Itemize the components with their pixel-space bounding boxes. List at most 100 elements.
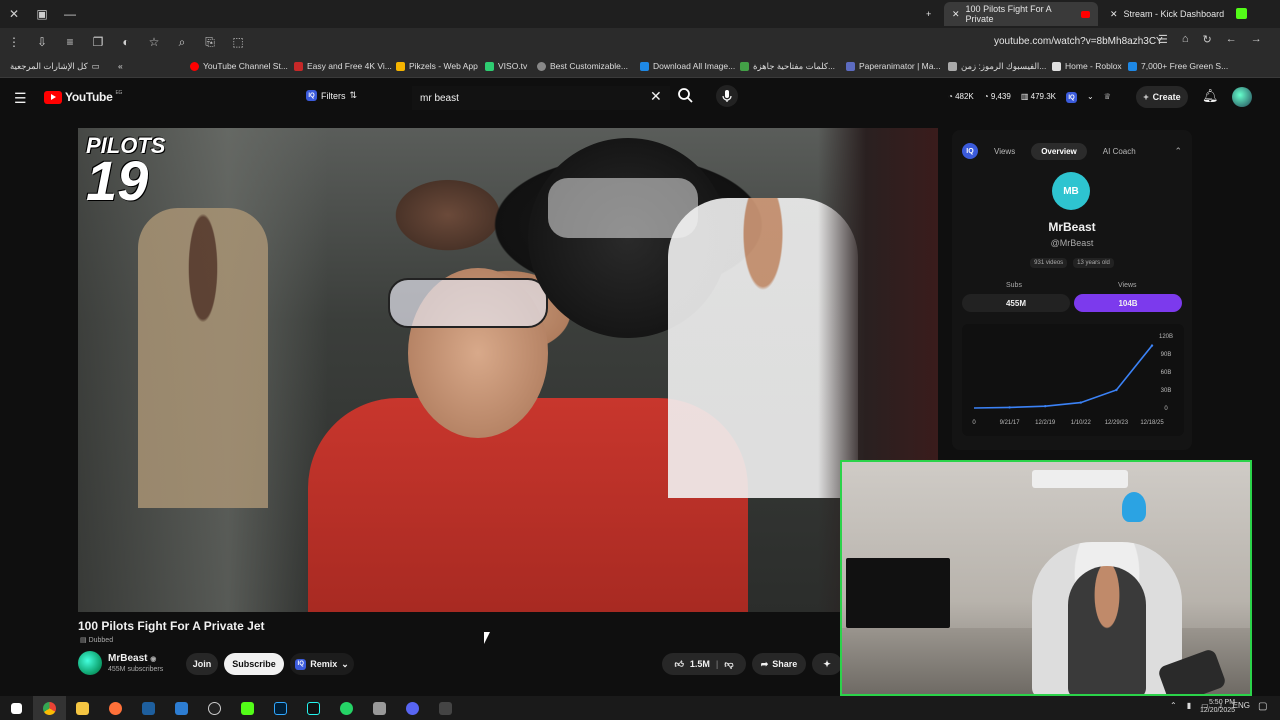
tiktok-icon [307, 701, 320, 715]
sparkle-icon: ✦ [823, 658, 831, 669]
chevron-down-icon[interactable]: ⌄ [1087, 92, 1094, 103]
like-count: 1.5M [689, 659, 710, 669]
start-button[interactable] [0, 696, 33, 720]
kick-favicon [1236, 8, 1247, 19]
thumbs-down-icon[interactable]: 👎︎ [724, 659, 733, 670]
collapse-icon[interactable]: ⌃ [1174, 146, 1182, 157]
chevron-up-icon[interactable]: ⌃ [1170, 701, 1177, 710]
taskbar-firefox[interactable] [99, 696, 132, 720]
bookmark-green-screen[interactable]: 7,000+ Free Green S... [1128, 61, 1228, 71]
subs-value[interactable]: 455M [962, 294, 1070, 312]
bookmark-viso[interactable]: VISO.tv [485, 61, 527, 71]
video-player[interactable]: PILOTS 19 [78, 128, 938, 612]
taskbar-photoshop[interactable] [264, 696, 297, 720]
bookmark-label: YouTube Channel St... [203, 61, 288, 71]
tab-overview[interactable]: Overview [1031, 142, 1087, 160]
windows-icon [11, 702, 22, 714]
channel-logo: MB [1052, 172, 1090, 210]
tune-icon[interactable]: ☰ [1158, 33, 1168, 46]
taskbar-whatsapp[interactable] [330, 696, 363, 720]
search-icon[interactable] [676, 86, 696, 106]
account-avatar[interactable] [1232, 87, 1252, 107]
paperanimator-icon [846, 61, 855, 71]
microphone-button[interactable] [716, 85, 738, 107]
channel-avatar[interactable] [78, 651, 102, 675]
clear-search-icon[interactable]: ✕ [650, 88, 662, 105]
vidiq-stats: ◔ 482K ◔ 9,439 ▥ 479.3K IQ ⌄ ♕ [948, 92, 1111, 103]
like-button[interactable]: 👍︎ 1.5M | 👎︎ [662, 653, 746, 675]
vidiq-icon[interactable]: IQ [1065, 92, 1077, 103]
youtube-logo[interactable]: YouTube EG [44, 90, 122, 104]
x-tick-label: 12/2/19 [1035, 420, 1056, 426]
star-icon[interactable]: ☆ [140, 28, 168, 56]
ask-button[interactable]: ✦ [812, 653, 842, 675]
taskbar-explorer[interactable] [66, 696, 99, 720]
download-images-icon [640, 61, 649, 71]
home-icon[interactable]: ⌂ [1182, 33, 1189, 46]
taskbar-app[interactable] [165, 696, 198, 720]
join-button[interactable]: Join [186, 653, 218, 675]
search-page-icon[interactable]: ⌕ [168, 28, 196, 56]
system-clock[interactable]: 5:50 PM 12/20/2025 [1200, 699, 1235, 716]
chevron-left-icon[interactable]: « [118, 61, 123, 71]
taskbar-tiktok[interactable] [297, 696, 330, 720]
taskbar-obs[interactable] [198, 696, 231, 720]
share-button[interactable]: ➦ Share [752, 653, 806, 675]
channel-name[interactable]: MrBeast ◉ [108, 653, 156, 664]
bookmark-paperanimator[interactable]: Paperanimator | Ma... [846, 61, 941, 71]
bookmark-download-images[interactable]: Download All Image... [640, 61, 735, 71]
reader-icon[interactable]: ≡ [56, 28, 84, 56]
search-input[interactable]: mr beast [412, 86, 670, 110]
bell-icon[interactable]: 🔔︎ [1202, 88, 1219, 104]
address-bar[interactable]: youtube.com/watch?v=8bMh8azh3CY [994, 36, 1163, 47]
menu-dots-icon[interactable]: ⋮ [0, 28, 28, 56]
youtube-play-icon [44, 90, 62, 104]
share-page-icon[interactable]: ⎘ [196, 28, 224, 56]
video-overlay-title: PILOTS 19 [86, 135, 165, 209]
tab-views[interactable]: Views [984, 143, 1025, 160]
taskbar-kick[interactable] [231, 696, 264, 720]
trophy-icon[interactable]: ♕ [1104, 92, 1111, 103]
subscribe-button[interactable]: Subscribe [224, 653, 284, 675]
close-icon[interactable]: ✕ [1110, 9, 1118, 20]
bookmark-all[interactable]: كل الإشارات المرجعية ▭ [10, 61, 100, 72]
close-window-icon[interactable]: ✕ [0, 0, 28, 28]
bookmark-best-customizable[interactable]: Best Customizable... [537, 61, 628, 71]
clock-date: 12/20/2025 [1200, 707, 1236, 715]
back-icon[interactable]: ← [1226, 33, 1237, 46]
minimize-icon[interactable]: — [56, 0, 84, 28]
tab-kick-dashboard[interactable]: ✕ Stream - Kick Dashboard [1102, 2, 1242, 26]
bookmark-roblox[interactable]: Home - Roblox [1052, 61, 1122, 71]
bookmark-keywords[interactable]: كلمات مفتاحية جاهزة... [740, 61, 835, 72]
taskbar-discord[interactable] [396, 696, 429, 720]
tab-ai-coach[interactable]: AI Coach [1093, 143, 1146, 160]
forward-icon[interactable]: → [1251, 33, 1262, 46]
taskbar-chrome[interactable] [33, 696, 66, 720]
new-tab-button[interactable]: + [918, 2, 939, 26]
download-icon[interactable]: ⇩ [28, 28, 56, 56]
close-icon[interactable]: ✕ [952, 9, 960, 20]
taskbar-app2[interactable] [363, 696, 396, 720]
remix-button[interactable]: IQ Remix ⌄ [290, 653, 354, 675]
hamburger-menu-icon[interactable]: ☰ [14, 90, 27, 107]
microphone-tray-icon[interactable]: ▮ [1187, 701, 1191, 710]
tab-search-icon[interactable]: ▣ [28, 0, 56, 28]
bookmark-easy-free[interactable]: Easy and Free 4K Vi... [294, 61, 392, 71]
taskbar-vegas[interactable] [132, 696, 165, 720]
views-value[interactable]: 104B [1074, 294, 1182, 312]
bookmark-youtube-channel[interactable]: YouTube Channel St... [190, 61, 288, 71]
bookmark-facebook-symbols[interactable]: الفيسبوك الرموز: زمن... [948, 61, 1046, 72]
notifications-icon[interactable]: ▢ [1258, 701, 1267, 712]
extension-icon[interactable]: ◐ [112, 28, 140, 56]
screenshot-icon[interactable]: ⬚ [224, 28, 252, 56]
filters-button[interactable]: IQ Filters ⇅ [306, 90, 357, 101]
tab-youtube-video[interactable]: ✕ 100 Pilots Fight For A Private [944, 2, 1098, 26]
copy-icon[interactable]: ❐ [84, 28, 112, 56]
verified-icon: ◉ [150, 656, 157, 663]
language-indicator[interactable]: ENG [1233, 701, 1250, 710]
bookmark-pikzels[interactable]: Pikzels - Web App [396, 61, 478, 71]
create-button[interactable]: + Create [1136, 86, 1188, 108]
reload-icon[interactable]: ↻ [1203, 33, 1212, 46]
clock-time: 5:50 PM [1208, 699, 1236, 706]
taskbar-app3[interactable] [429, 696, 462, 720]
